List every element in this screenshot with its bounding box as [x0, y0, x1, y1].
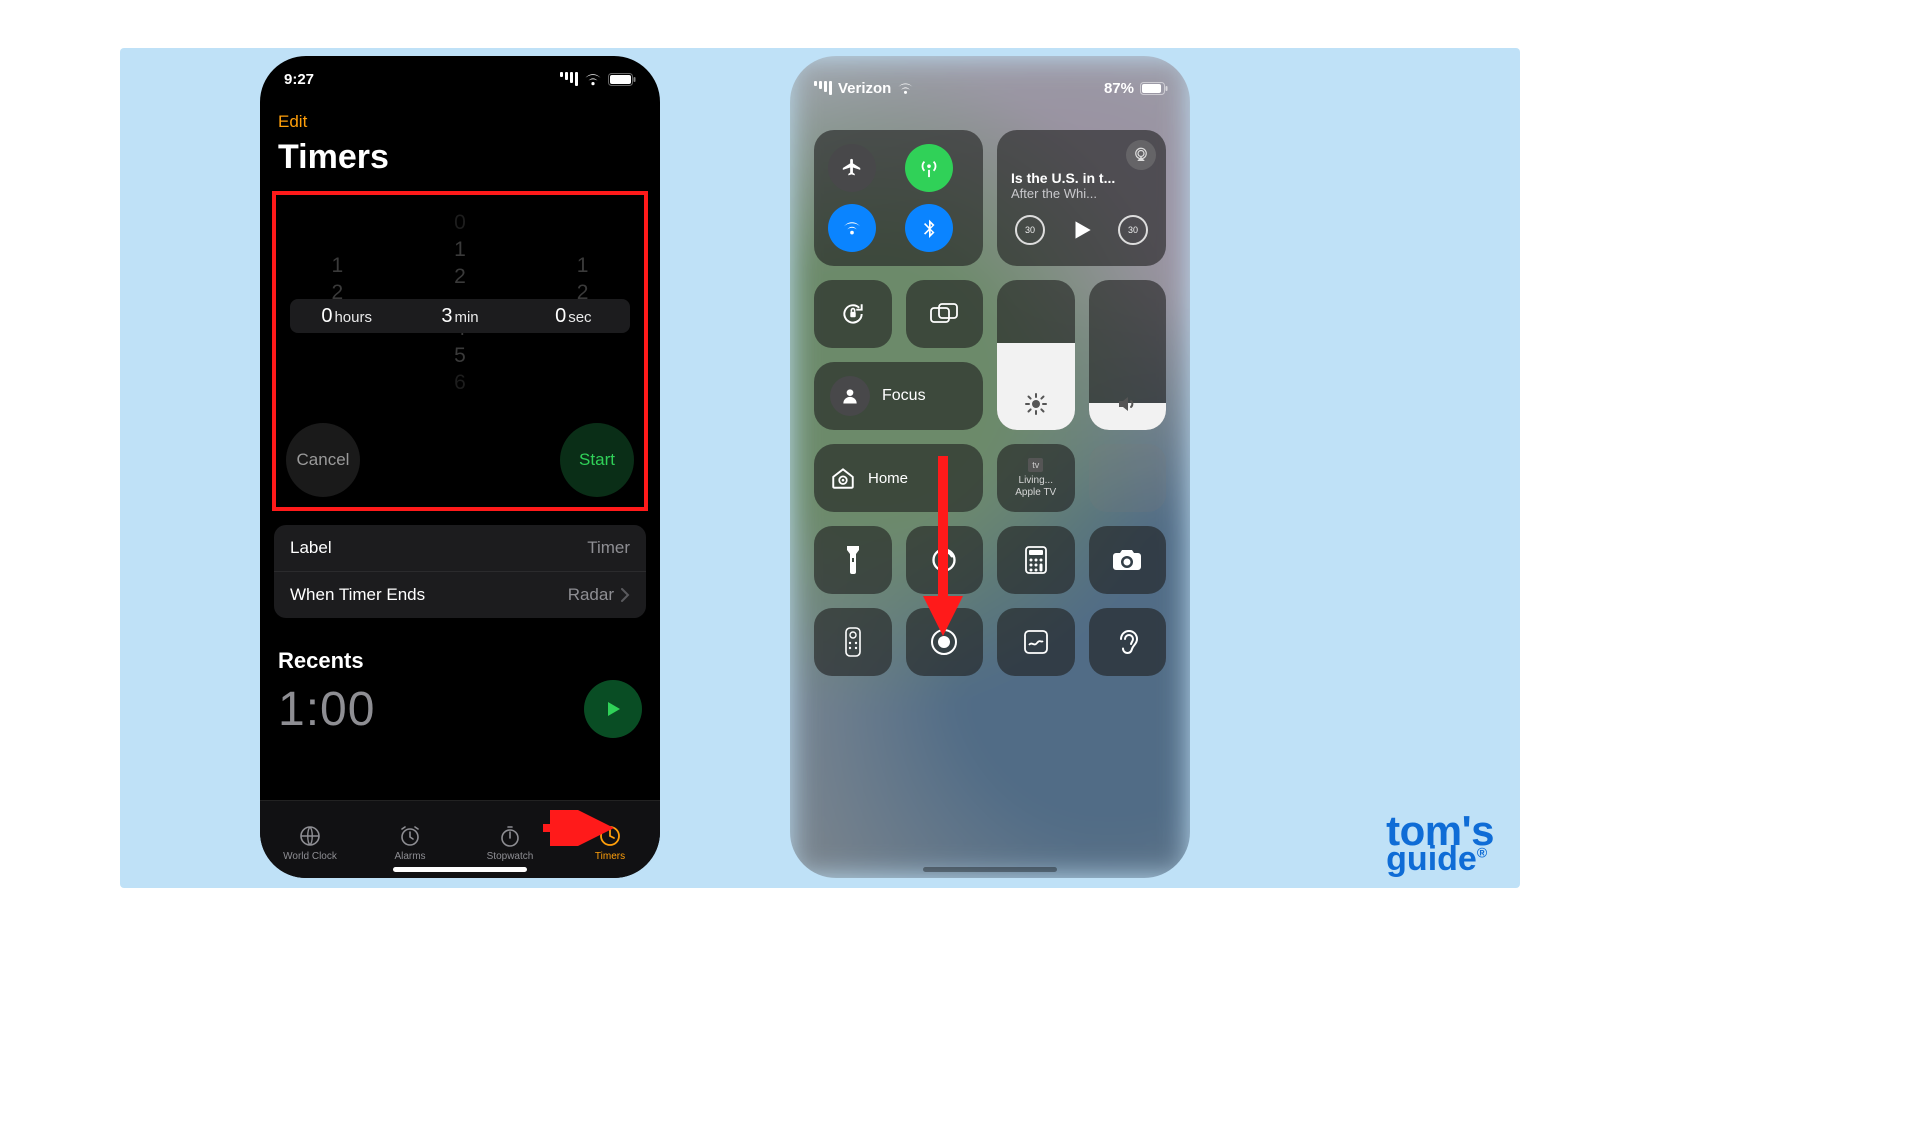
phone-timers: 9:27 Edit Timers 1 2 — [260, 56, 660, 878]
home-label: Home — [868, 470, 908, 487]
camera-icon — [1112, 548, 1142, 572]
timer-icon — [930, 546, 958, 574]
cell-signal-icon — [558, 72, 578, 86]
record-icon — [930, 628, 958, 656]
airplay-icon — [1132, 146, 1150, 164]
bluetooth-toggle[interactable] — [905, 204, 953, 252]
focus-label: Focus — [882, 387, 926, 405]
globe-icon — [298, 824, 322, 848]
apple-tv-remote-button[interactable]: tv Living... Apple TV — [997, 444, 1075, 512]
remote-icon — [845, 627, 861, 657]
edit-button[interactable]: Edit — [260, 112, 660, 132]
skip-forward-button[interactable]: 30 — [1118, 215, 1148, 245]
person-icon — [840, 386, 860, 406]
play-icon[interactable] — [1069, 217, 1095, 243]
picker-hours-value: 0 — [321, 305, 332, 327]
home-icon — [830, 465, 856, 491]
recent-time: 1:00 — [278, 682, 375, 737]
flashlight-icon — [844, 546, 862, 574]
tab-world-clock[interactable]: World Clock — [260, 801, 360, 878]
status-right — [558, 72, 636, 86]
airplane-icon — [841, 157, 863, 179]
home-button[interactable]: Home — [814, 444, 983, 512]
annotation-arrow-tabbar — [538, 810, 618, 846]
picker-sec-value: 0 — [555, 305, 566, 327]
empty-slot — [1089, 444, 1167, 512]
when-timer-ends-row[interactable]: When Timer Ends Radar — [274, 571, 646, 618]
note-icon — [1023, 629, 1049, 655]
ends-row-key: When Timer Ends — [290, 585, 425, 605]
calculator-icon — [1024, 546, 1048, 574]
screen-record-button[interactable] — [906, 608, 984, 676]
connectivity-module[interactable] — [814, 130, 983, 266]
focus-icon-circle — [830, 376, 870, 416]
stopwatch-icon — [498, 824, 522, 848]
picker-min-value: 3 — [441, 305, 452, 327]
wifi-icon — [841, 217, 863, 239]
apple-tv-remote-icon-button[interactable] — [814, 608, 892, 676]
cellular-data-toggle[interactable] — [905, 144, 953, 192]
brightness-icon — [1024, 392, 1048, 416]
timer-settings-card: Label Timer When Timer Ends Radar — [274, 525, 646, 618]
control-center: Is the U.S. in t... After the Whi... 30 … — [790, 56, 1190, 878]
media-subtitle: After the Whi... — [1011, 186, 1152, 201]
hearing-button[interactable] — [1089, 608, 1167, 676]
alarm-icon — [398, 824, 422, 848]
label-row-key: Label — [290, 538, 332, 558]
battery-icon — [608, 73, 636, 86]
timer-button[interactable] — [906, 526, 984, 594]
antenna-icon — [918, 157, 940, 179]
flashlight-button[interactable] — [814, 526, 892, 594]
recent-play-button[interactable] — [584, 680, 642, 738]
skip-back-button[interactable]: 30 — [1015, 215, 1045, 245]
brightness-slider[interactable] — [997, 280, 1075, 430]
ear-icon — [1115, 627, 1139, 657]
picker-selected-row: 0hours 3min 0sec — [290, 299, 630, 333]
recents-heading: Recents — [260, 618, 660, 680]
volume-slider[interactable] — [1089, 280, 1167, 430]
home-indicator[interactable] — [393, 867, 527, 872]
screen-mirror-icon — [930, 303, 958, 325]
orientation-lock-button[interactable] — [814, 280, 892, 348]
focus-button[interactable]: Focus — [814, 362, 983, 430]
status-time: 9:27 — [284, 71, 314, 88]
bluetooth-icon — [919, 217, 939, 239]
cancel-button[interactable]: Cancel — [286, 423, 360, 497]
volume-icon — [1115, 392, 1139, 416]
media-module[interactable]: Is the U.S. in t... After the Whi... 30 … — [997, 130, 1166, 266]
phone-control-center: Verizon 87% — [790, 56, 1190, 878]
lock-rotation-icon — [840, 301, 866, 327]
status-bar: 9:27 — [260, 56, 660, 102]
chevron-right-icon — [620, 588, 630, 602]
ends-row-value: Radar — [568, 585, 614, 605]
label-row-value: Timer — [587, 538, 630, 558]
calculator-button[interactable] — [997, 526, 1075, 594]
label-row[interactable]: Label Timer — [274, 525, 646, 571]
highlighted-area: 1 2 3 0 1 2 4 5 6 1 — [272, 191, 648, 511]
screen-mirroring-button[interactable] — [906, 280, 984, 348]
play-icon — [603, 699, 623, 719]
quick-note-button[interactable] — [997, 608, 1075, 676]
camera-button[interactable] — [1089, 526, 1167, 594]
wifi-icon — [584, 73, 602, 86]
wifi-toggle[interactable] — [828, 204, 876, 252]
media-title: Is the U.S. in t... — [1011, 170, 1152, 186]
home-indicator[interactable] — [923, 867, 1057, 872]
start-button[interactable]: Start — [560, 423, 634, 497]
airplane-mode-toggle[interactable] — [828, 144, 876, 192]
page-title: Timers — [260, 132, 660, 191]
watermark: tom's guide® — [1386, 813, 1494, 874]
canvas-background: 9:27 Edit Timers 1 2 — [120, 48, 1520, 888]
airplay-button[interactable] — [1126, 140, 1156, 170]
recent-timer-row[interactable]: 1:00 — [260, 680, 660, 750]
